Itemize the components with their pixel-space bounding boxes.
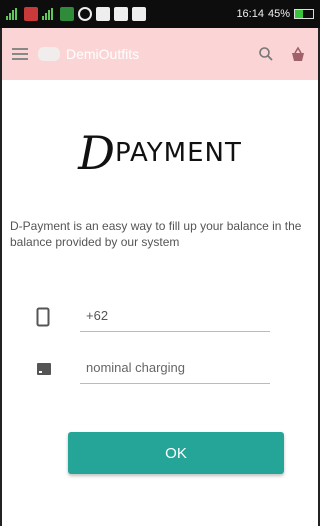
phone-field <box>36 302 270 332</box>
logo-icon <box>38 47 60 61</box>
cart-icon[interactable] <box>288 45 308 63</box>
app-logo: DemiOutfits <box>38 46 139 62</box>
signal-h-icon <box>42 8 56 20</box>
sim-icon <box>60 7 74 21</box>
nominal-input[interactable] <box>86 360 270 375</box>
menu-icon[interactable] <box>12 48 28 60</box>
status-time: 16:14 <box>236 8 264 20</box>
app-title: DemiOutfits <box>66 46 140 62</box>
phone-icon <box>36 307 50 327</box>
whatsapp-icon <box>78 7 92 21</box>
search-icon[interactable] <box>258 46 274 62</box>
dpayment-logo: D PAYMENT <box>0 130 320 176</box>
brand-mark: D <box>78 126 116 180</box>
facebook-icon <box>114 7 128 21</box>
nominal-field <box>37 354 270 384</box>
phone-field-underline <box>80 331 270 332</box>
status-bar: 16:14 45% <box>0 0 320 28</box>
mail-icon <box>96 7 110 21</box>
ok-button[interactable]: OK <box>68 432 284 474</box>
brand-word: PAYMENT <box>115 138 242 168</box>
signal-icon <box>6 8 20 20</box>
battery-icon <box>294 9 314 19</box>
app-bar: DemiOutfits <box>2 28 318 80</box>
description-text: D-Payment is an easy way to fill up your… <box>10 219 302 249</box>
bbm-icon <box>132 7 146 21</box>
battery-fill <box>295 10 304 18</box>
status-icons <box>6 7 146 21</box>
app-bar-actions <box>258 45 308 63</box>
nominal-field-underline <box>80 383 270 384</box>
phone-input[interactable] <box>86 308 270 323</box>
status-right: 16:14 45% <box>236 8 314 20</box>
battery-percent: 45% <box>267 8 290 20</box>
app-icon <box>24 7 38 21</box>
payment-card-icon <box>37 363 51 375</box>
